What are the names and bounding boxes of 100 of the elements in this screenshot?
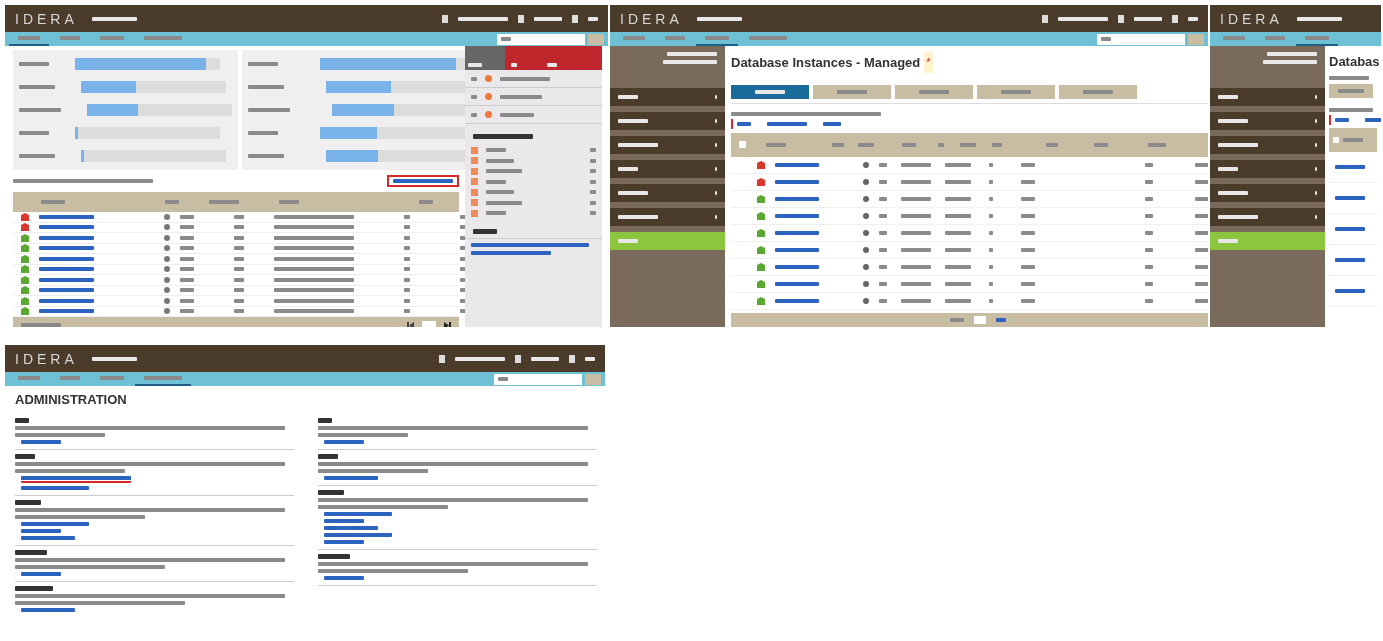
text-placeholder [1145,213,1153,218]
text-placeholder [1148,142,1166,147]
text-placeholder [945,162,971,167]
link-placeholder[interactable] [39,298,94,303]
link-placeholder[interactable] [39,214,94,219]
link-placeholder[interactable] [39,256,94,261]
link-placeholder[interactable] [775,162,819,167]
text-placeholder [180,309,194,314]
page-title: Database Instances - Managed [731,53,921,72]
admin-link[interactable] [21,485,89,490]
link-placeholder[interactable] [775,264,819,269]
sidebar-item[interactable] [610,112,725,130]
text-placeholder [1329,107,1373,112]
admin-link[interactable] [21,475,131,483]
link-placeholder[interactable] [471,250,551,255]
text-placeholder [1195,162,1208,167]
link-placeholder[interactable] [39,235,94,240]
view-tab[interactable] [731,84,809,99]
link-placeholder[interactable] [775,230,819,235]
admin-link[interactable] [21,528,61,533]
admin-link[interactable] [324,539,364,544]
link-placeholder[interactable] [1335,117,1349,122]
admin-link[interactable] [324,475,378,480]
text-placeholder [180,225,194,230]
text-placeholder [279,200,299,204]
admin-link[interactable] [21,535,75,540]
sidebar-item[interactable] [610,136,725,154]
checkbox-icon[interactable] [739,141,746,149]
sidebar-item[interactable] [1210,88,1325,106]
admin-link[interactable] [324,518,364,523]
admin-link[interactable] [324,525,378,530]
link-placeholder[interactable] [39,246,94,251]
text-placeholder [1058,16,1108,21]
text-placeholder [41,200,65,204]
text-placeholder [471,112,477,117]
admin-link[interactable] [324,575,364,580]
first-page-icon[interactable] [407,321,414,327]
link-placeholder[interactable] [775,213,819,218]
view-tab[interactable] [813,84,891,99]
link-placeholder[interactable] [737,121,751,126]
link-placeholder[interactable] [1335,257,1365,262]
page-field[interactable] [422,320,436,327]
last-page-icon[interactable] [444,321,451,327]
text-placeholder [180,298,194,303]
sidebar-item[interactable] [610,184,725,202]
text-placeholder [458,16,508,21]
link-placeholder[interactable] [775,196,819,201]
search-field[interactable] [494,373,582,385]
link-placeholder[interactable] [775,281,819,286]
link-placeholder[interactable] [767,121,807,126]
sidebar-item[interactable] [1210,208,1325,226]
text-placeholder [879,162,887,167]
admin-link[interactable] [324,439,364,444]
text-placeholder [473,134,533,139]
admin-link[interactable] [21,521,89,526]
summary-link[interactable] [387,175,459,187]
text-placeholder [455,356,505,361]
link-placeholder[interactable] [1335,226,1365,231]
view-tab[interactable] [895,84,973,99]
link-placeholder[interactable] [39,267,94,272]
admin-link[interactable] [324,511,392,516]
text-placeholder [248,131,278,135]
text-placeholder [1083,89,1113,94]
search-field[interactable] [1097,33,1185,45]
admin-link[interactable] [21,439,61,444]
link-placeholder[interactable] [775,179,819,184]
link-placeholder[interactable] [1335,164,1365,169]
view-tab[interactable] [977,84,1055,99]
text-placeholder [1021,230,1035,235]
sidebar-item[interactable] [610,208,725,226]
sidebar-item[interactable] [1210,184,1325,202]
admin-link[interactable] [21,571,61,576]
link-placeholder[interactable] [39,309,94,314]
sidebar-item[interactable] [610,160,725,178]
link-placeholder[interactable] [1335,288,1365,293]
sidebar-item[interactable] [1210,112,1325,130]
text-placeholder [1305,36,1329,40]
link-placeholder[interactable] [471,242,589,247]
checkbox-icon[interactable] [1333,136,1339,143]
link-placeholder[interactable] [39,277,94,282]
sidebar-item[interactable] [610,88,725,106]
link-placeholder[interactable] [1335,195,1365,200]
page-size-field[interactable] [974,316,986,324]
link-placeholder[interactable] [39,225,94,230]
view-tab[interactable] [1329,83,1373,98]
link-placeholder[interactable] [775,247,819,252]
link-placeholder[interactable] [823,121,841,126]
text-placeholder [1046,142,1058,147]
admin-link[interactable] [21,607,75,612]
link-placeholder[interactable] [39,288,94,293]
admin-link[interactable] [324,532,392,537]
sidebar-item[interactable] [1210,160,1325,178]
view-tab[interactable] [1059,84,1137,99]
text-placeholder [501,37,511,41]
text-placeholder [21,323,61,327]
search-field[interactable] [497,33,585,45]
link-placeholder[interactable] [775,298,819,303]
text-placeholder [618,239,638,243]
text-placeholder [667,52,717,56]
sidebar-item[interactable] [1210,136,1325,154]
